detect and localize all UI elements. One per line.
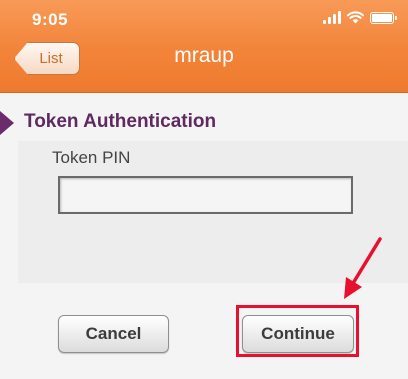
section-arrow-icon — [0, 111, 14, 135]
status-icons — [323, 11, 397, 24]
nav-title: mraup — [174, 44, 234, 67]
token-pin-input[interactable] — [58, 176, 353, 214]
highlight-box — [236, 305, 359, 357]
nav-header: 9:05 List mraup — [0, 0, 408, 93]
pointer-arrow-icon — [344, 237, 382, 299]
signal-icon — [323, 11, 341, 24]
cancel-button[interactable]: Cancel — [58, 315, 169, 353]
wifi-icon — [347, 11, 364, 24]
token-pin-label: Token PIN — [52, 148, 131, 167]
section-title: Token Authentication — [24, 111, 217, 132]
battery-icon — [370, 11, 397, 24]
content-area: Token Authentication Token PIN Cancel Co… — [0, 93, 408, 379]
status-time: 9:05 — [32, 10, 69, 29]
